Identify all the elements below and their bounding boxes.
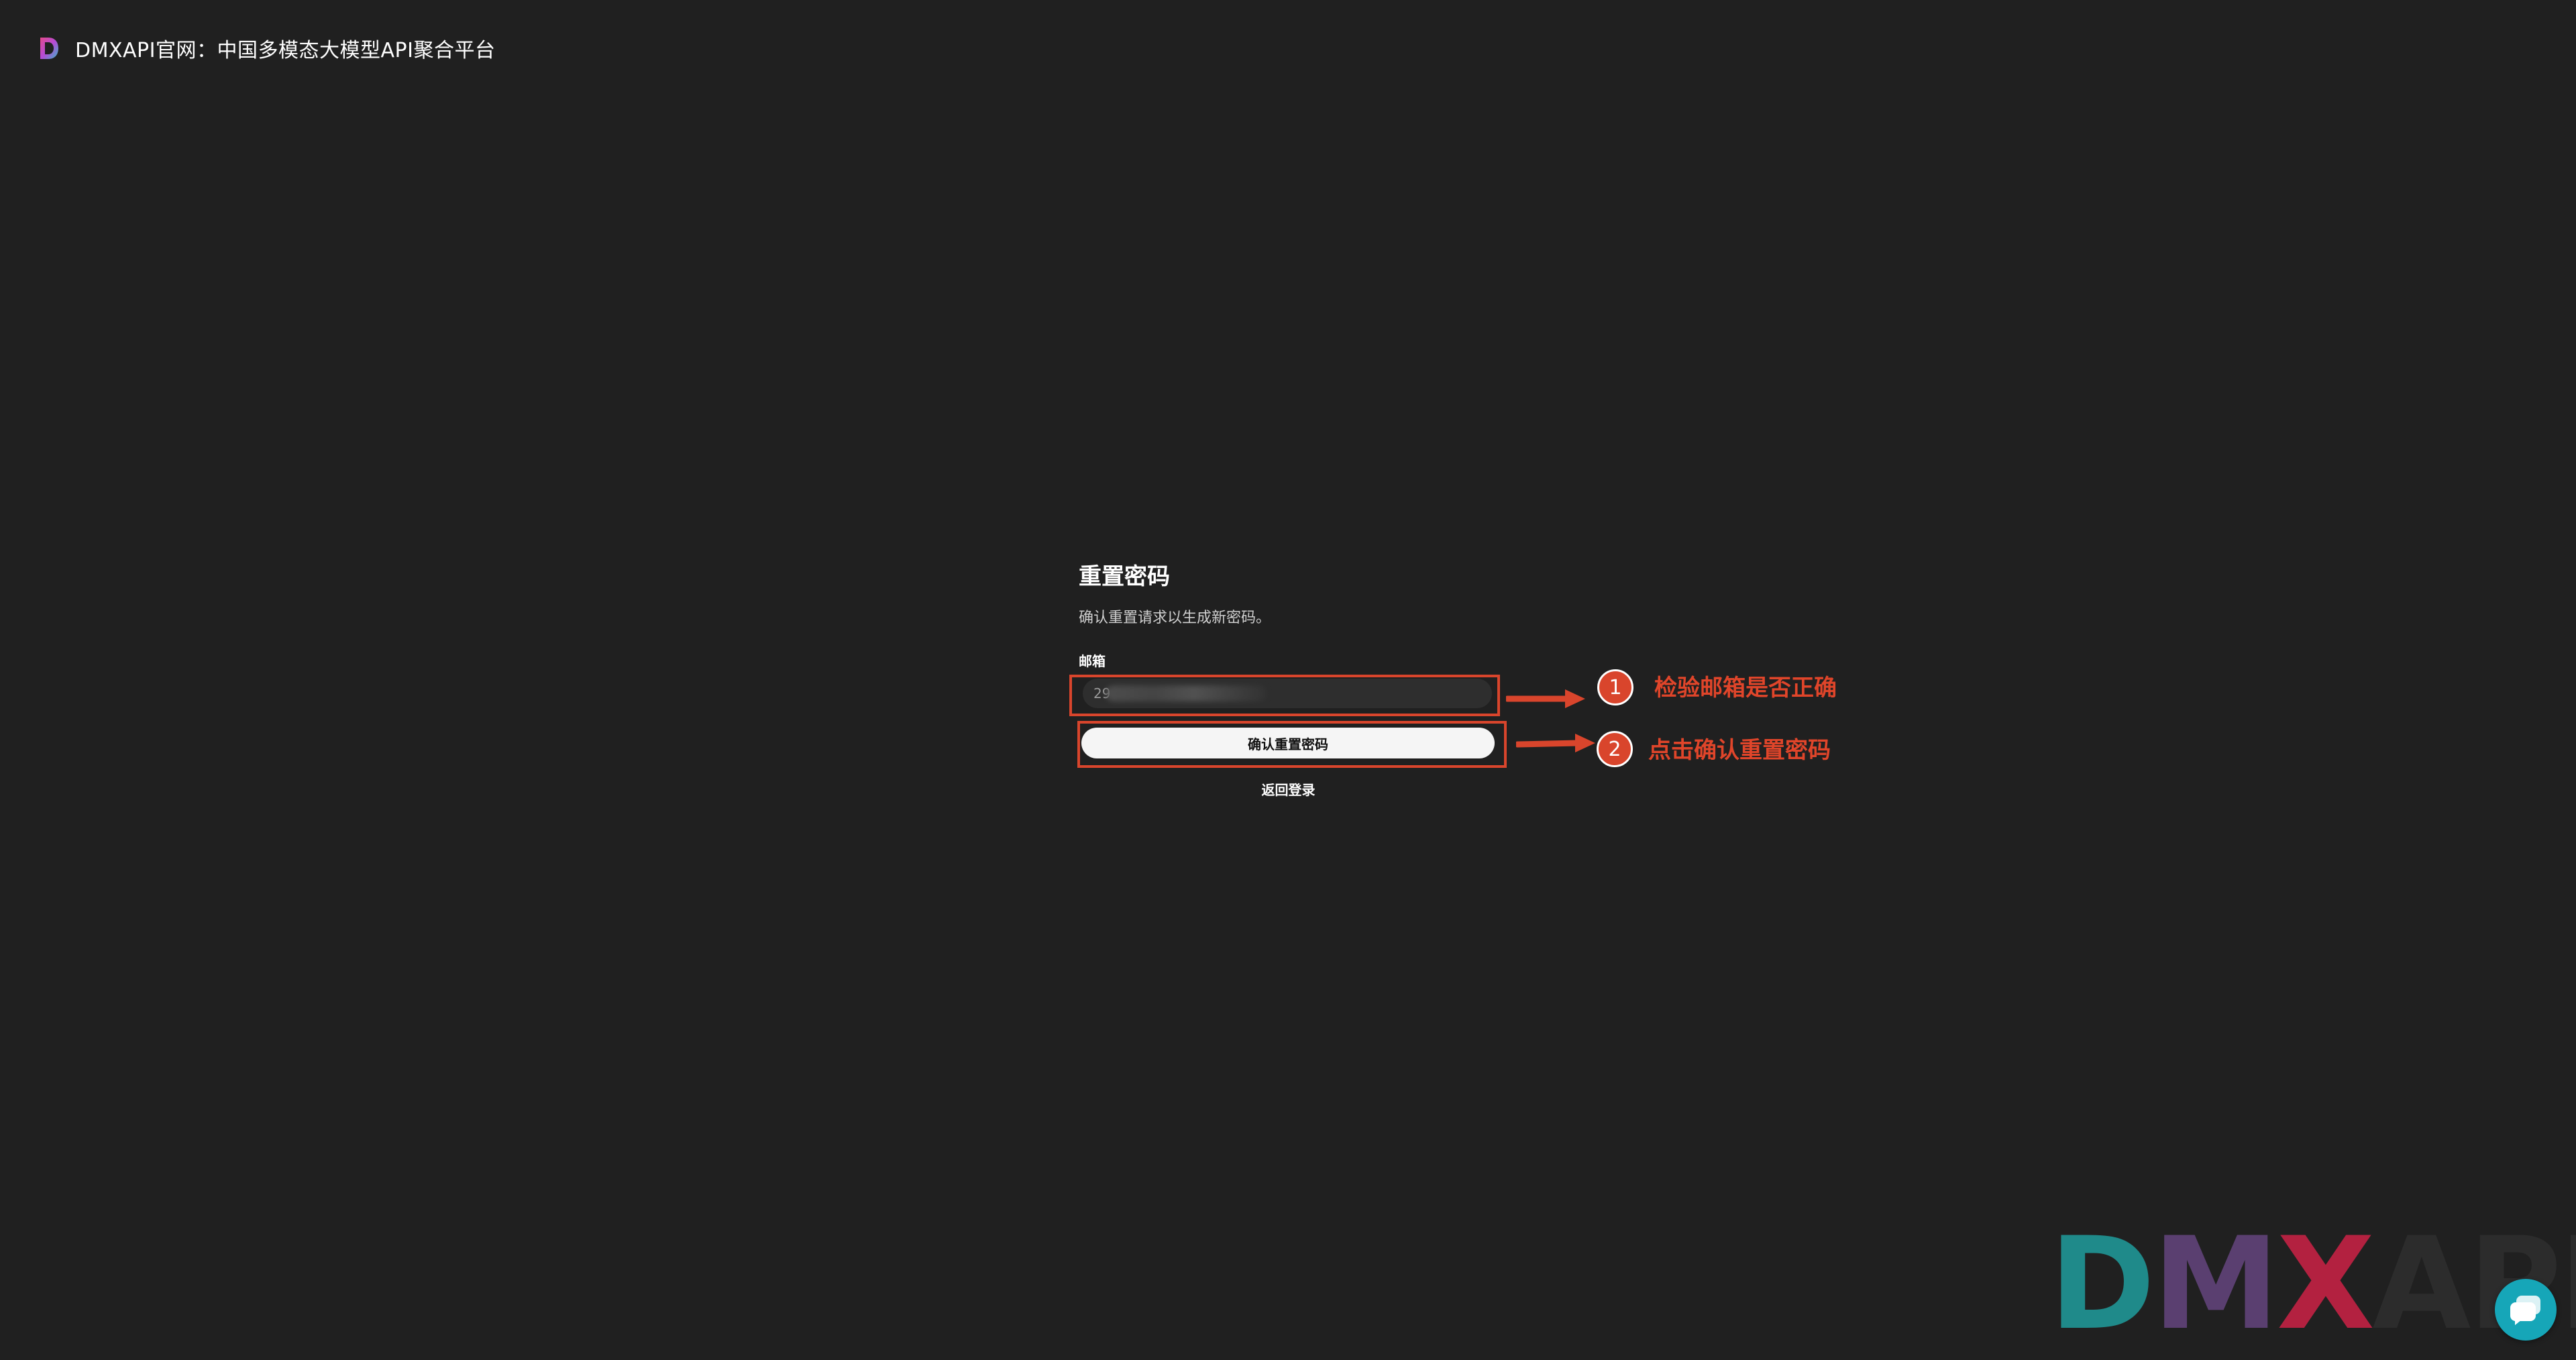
- watermark-d: D: [2049, 1210, 2155, 1358]
- watermark-m: M: [2152, 1210, 2279, 1358]
- annotation-arrow-2: [1516, 734, 1595, 752]
- annotation-arrow-1: [1506, 689, 1585, 708]
- annotation-step-2-text: 点击确认重置密码: [1648, 737, 1831, 764]
- dmx-logo-icon[interactable]: [38, 36, 60, 61]
- back-to-login-link[interactable]: 返回登录: [1079, 779, 1498, 799]
- site-title[interactable]: DMXAPI官网：中国多模态大模型API聚合平台: [75, 34, 495, 63]
- site-header: DMXAPI官网：中国多模态大模型API聚合平台: [38, 34, 495, 63]
- annotation-box-confirm: [1077, 721, 1507, 768]
- email-label: 邮箱: [1079, 653, 1106, 669]
- watermark-x: X: [2276, 1210, 2375, 1358]
- annotation-step-1-badge: 1: [1597, 669, 1633, 705]
- chat-icon: [2510, 1296, 2540, 1325]
- reset-password-form: 重置密码 确认重置请求以生成新密码。 邮箱 确认重置密码 返回登录: [1079, 558, 1498, 798]
- annotation-step-1-text: 检验邮箱是否正确: [1654, 675, 1837, 701]
- watermark-api: API: [2372, 1210, 2576, 1358]
- annotation-step-2-badge: 2: [1597, 731, 1633, 767]
- page-subtitle: 确认重置请求以生成新密码。: [1079, 610, 1271, 626]
- annotation-box-email: [1069, 675, 1500, 716]
- chat-widget-button[interactable]: [2495, 1279, 2557, 1341]
- dmxapi-watermark: DMXAPI: [2049, 1221, 2576, 1348]
- reset-password-page: DMXAPI官网：中国多模态大模型API聚合平台 重置密码 确认重置请求以生成新…: [0, 0, 2576, 1360]
- page-title: 重置密码: [1079, 563, 1170, 590]
